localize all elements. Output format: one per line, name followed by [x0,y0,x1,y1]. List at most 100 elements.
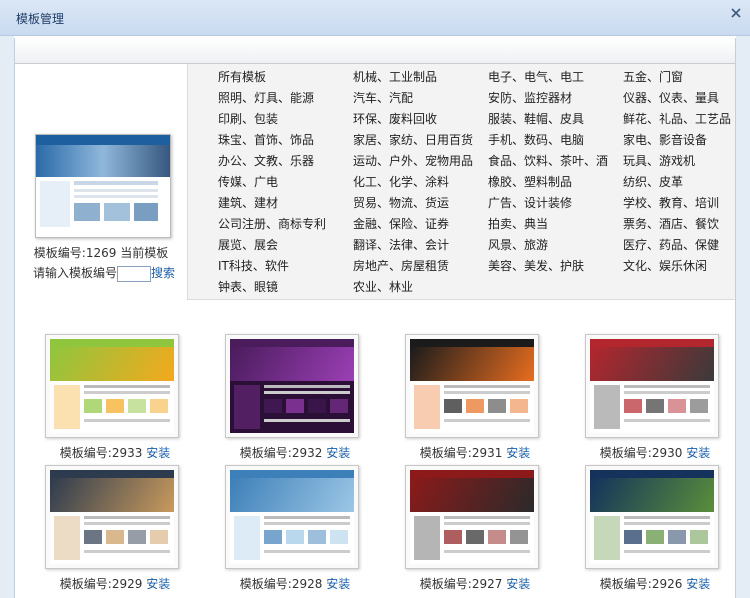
install-button[interactable]: 安装 [326,446,350,460]
category-link[interactable]: 公司注册、商标专利 [218,214,353,235]
template-preview [50,470,174,564]
category-link[interactable]: 建筑、建材 [218,193,353,214]
category-link[interactable]: 机械、工业制品 [353,67,488,88]
template-thumbnail[interactable] [225,465,359,569]
category-link[interactable]: 照明、灯具、能源 [218,88,353,109]
category-link[interactable]: 家电、影音设备 [623,130,748,151]
template-label-row: 模板编号:2932 安装 [215,444,375,461]
category-link[interactable]: 办公、文教、乐器 [218,151,353,172]
template-thumbnail[interactable] [405,334,539,438]
category-link[interactable]: 手机、数码、电脑 [488,130,623,151]
category-link[interactable]: 食品、饮料、茶叶、酒 [488,151,623,172]
category-link[interactable]: 广告、设计装修 [488,193,623,214]
template-card: 模板编号:2932 安装 [215,334,375,460]
category-link[interactable]: 服装、鞋帽、皮具 [488,109,623,130]
template-card: 模板编号:2929 安装 [35,465,195,591]
template-number-input[interactable] [117,265,152,282]
template-card: 模板编号:2931 安装 [395,334,555,460]
category-list: 所有模板 机械、工业制品 电子、电气、电工 五金、门窗照明、灯具、能源 汽车、汽配 安防、… [218,67,748,298]
template-preview [590,470,714,564]
template-thumbnail[interactable] [45,334,179,438]
category-link[interactable]: 翻译、法律、会计 [353,235,488,256]
template-preview [590,339,714,433]
template-number: 模板编号:2927 [419,577,503,591]
close-icon[interactable] [730,7,742,19]
category-link[interactable]: 安防、监控器材 [488,88,623,109]
template-label-row: 模板编号:2931 安装 [395,444,555,461]
category-link[interactable]: 美容、美发、护肤 [488,256,623,277]
category-link[interactable]: 鲜花、礼品、工艺品 [623,109,748,130]
template-number: 模板编号:2929 [59,577,143,591]
install-button[interactable]: 安装 [686,577,710,591]
category-link[interactable]: 房地产、房屋租赁 [353,256,488,277]
dialog-title: 模板管理 [16,12,65,26]
template-label-row: 模板编号:2927 安装 [395,575,555,592]
category-link[interactable]: 五金、门窗 [623,67,748,88]
template-thumbnail[interactable] [45,465,179,569]
category-link[interactable]: 文化、娱乐休闲 [623,256,748,277]
template-thumbnail[interactable] [405,465,539,569]
category-link[interactable]: 橡胶、塑料制品 [488,172,623,193]
category-panel: 所有模板 机械、工业制品 电子、电气、电工 五金、门窗 照明、灯具、能源 汽车、汽配 安防、… [187,64,735,300]
current-template-thumbnail[interactable] [35,134,171,238]
template-number: 模板编号:2931 [419,446,503,460]
template-number: 模板编号:2933 [59,446,143,460]
install-button[interactable]: 安装 [326,577,350,591]
template-preview [230,470,354,564]
category-link[interactable]: 展览、展会 [218,235,353,256]
install-button[interactable]: 安装 [146,577,170,591]
dialog-content: 模板编号:1269 当前模板 请输入模板编号 搜索 所有模板 机械、工业制品 电子、电… [14,38,736,598]
category-link[interactable]: 金融、保险、证券 [353,214,488,235]
category-link[interactable]: 所有模板 [218,67,353,88]
category-link[interactable]: 珠宝、首饰、饰品 [218,130,353,151]
search-button[interactable]: 搜索 [151,266,175,280]
template-card: 模板编号:2928 安装 [215,465,375,591]
category-link[interactable]: 票务、酒店、餐饮 [623,214,748,235]
category-link[interactable]: 医疗、药品、保健 [623,235,748,256]
category-link[interactable]: 钟表、眼镜 [218,277,353,298]
template-number: 模板编号:2928 [239,577,323,591]
template-preview [410,470,534,564]
install-button[interactable]: 安装 [146,446,170,460]
template-thumbnail[interactable] [585,465,719,569]
template-label-row: 模板编号:2930 安装 [575,444,735,461]
category-link[interactable]: 电子、电气、电工 [488,67,623,88]
template-preview [50,339,174,433]
template-label-row: 模板编号:2929 安装 [35,575,195,592]
template-preview [410,339,534,433]
template-thumbnail[interactable] [585,334,719,438]
category-link[interactable]: 运动、户外、宠物用品 [353,151,488,172]
category-link[interactable]: 汽车、汽配 [353,88,488,109]
category-link[interactable]: IT科技、软件 [218,256,353,277]
template-label-row: 模板编号:2926 安装 [575,575,735,592]
template-card: 模板编号:2933 安装 [35,334,195,460]
current-template-label: 模板编号:1269 当前模板 [33,246,169,260]
category-link[interactable]: 学校、教育、培训 [623,193,748,214]
template-label-row: 模板编号:2928 安装 [215,575,375,592]
category-link[interactable]: 仪器、仪表、量具 [623,88,748,109]
category-link[interactable]: 化工、化学、涂料 [353,172,488,193]
template-preview [230,339,354,433]
template-thumbnail[interactable] [225,334,359,438]
category-link[interactable]: 贸易、物流、货运 [353,193,488,214]
template-number: 模板编号:2930 [599,446,683,460]
dialog-titlebar: 模板管理 [0,0,750,36]
category-link[interactable]: 家居、家纺、日用百货 [353,130,488,151]
category-link[interactable]: 纺织、皮革 [623,172,748,193]
category-link[interactable]: 传媒、广电 [218,172,353,193]
toolbar [15,38,735,64]
template-label-row: 模板编号:2933 安装 [35,444,195,461]
template-search-row: 请输入模板编号 搜索 [33,264,175,282]
install-button[interactable]: 安装 [686,446,710,460]
current-template-panel: 模板编号:1269 当前模板 请输入模板编号 搜索 [15,64,187,300]
install-button[interactable]: 安装 [506,577,530,591]
install-button[interactable]: 安装 [506,446,530,460]
category-link[interactable]: 玩具、游戏机 [623,151,748,172]
template-number-prompt: 请输入模板编号 [33,266,118,280]
template-card: 模板编号:2930 安装 [575,334,735,460]
category-link[interactable]: 拍卖、典当 [488,214,623,235]
category-link[interactable]: 印刷、包装 [218,109,353,130]
category-link[interactable]: 风景、旅游 [488,235,623,256]
category-link[interactable]: 农业、林业 [353,277,488,298]
category-link[interactable]: 环保、废料回收 [353,109,488,130]
